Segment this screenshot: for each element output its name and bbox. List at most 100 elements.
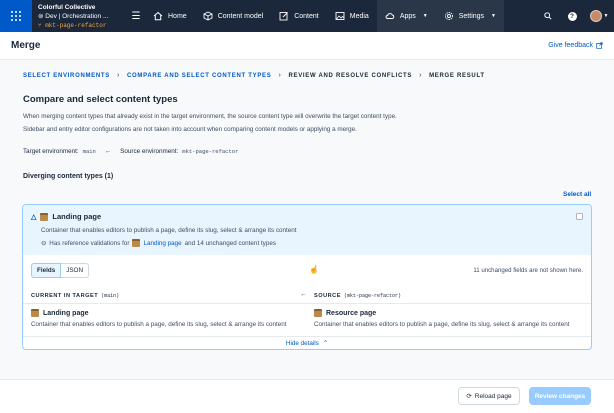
hide-details-button[interactable]: Hide details ⌃ — [23, 336, 591, 349]
cursor-hand-icon: ☝ — [309, 265, 319, 274]
content-type-emoji-icon — [31, 309, 39, 317]
chevron-right-icon: › — [419, 72, 423, 79]
target-column-env: (main) — [101, 293, 120, 299]
environment-name: ⊚ Dev | Orchestration ... — [38, 12, 109, 20]
ref-prefix: Has reference validations for — [49, 239, 130, 247]
merge-steps-breadcrumb: SELECT ENVIRONMENTS › COMPARE AND SELECT… — [23, 72, 485, 79]
page-header: Merge Give feedback — [0, 32, 614, 60]
target-name: Landing page — [43, 309, 89, 317]
search-button[interactable] — [536, 0, 560, 32]
ref-landing-page-link[interactable]: Landing page — [143, 240, 181, 247]
chevron-down-icon: ▼ — [603, 13, 609, 19]
reload-page-button[interactable]: ⟳ Reload page — [458, 387, 520, 405]
section-heading: Compare and select content types — [23, 94, 178, 105]
account-menu[interactable]: ▼ — [584, 0, 614, 32]
edit-icon — [279, 12, 289, 21]
org-name: Colorful Collective — [38, 3, 96, 11]
source-env-value: mkt-page-refactor — [182, 148, 239, 155]
app-launcher-button[interactable] — [0, 0, 32, 32]
tab-fields[interactable]: Fields — [31, 263, 62, 278]
source-content-type: Resource page Container that enables edi… — [314, 309, 570, 328]
source-name: Resource page — [326, 309, 377, 317]
cloud-icon — [385, 13, 395, 19]
nav-settings[interactable]: Settings ▼ — [435, 0, 504, 32]
give-feedback-link[interactable]: Give feedback — [548, 42, 603, 49]
select-content-type-checkbox[interactable] — [576, 213, 583, 220]
step-compare-content-types[interactable]: COMPARE AND SELECT CONTENT TYPES — [127, 73, 271, 79]
environment-summary: Target environment: main ← Source enviro… — [23, 148, 238, 155]
source-description: Container that enables editors to publis… — [314, 321, 570, 328]
nav-apps-label: Apps — [399, 12, 416, 20]
reference-validations: ⊖ Has reference validations for Landing … — [31, 239, 583, 247]
source-column-header: SOURCE (mkt-page-refactor) — [314, 289, 401, 303]
image-icon — [335, 12, 345, 20]
review-changes-button[interactable]: Review changes — [529, 387, 591, 405]
arrow-left-icon: ← — [104, 148, 112, 155]
source-env-label: Source environment: — [120, 148, 179, 155]
refresh-icon: ⟳ — [466, 393, 472, 400]
branch-name: ⑂ mkt-page-refactor — [38, 21, 107, 29]
select-all-link[interactable]: Select all — [563, 191, 591, 198]
menu-icon[interactable]: ☰ — [127, 0, 145, 32]
page-title: Merge — [11, 40, 41, 51]
nav-content-label: Content — [294, 12, 319, 20]
link-icon: ⊖ — [41, 239, 47, 247]
gear-icon — [444, 12, 453, 20]
target-column-label: CURRENT IN TARGET — [31, 293, 99, 299]
avatar — [589, 10, 602, 22]
hide-details-label: Hide details — [285, 340, 319, 347]
source-column-label: SOURCE — [314, 293, 341, 299]
step-review-conflicts: REVIEW AND RESOLVE CONFLICTS — [288, 72, 413, 79]
chevron-down-icon: ▼ — [422, 13, 428, 19]
nav-home-label: Home — [168, 12, 187, 20]
divider — [23, 303, 591, 304]
grid-icon — [10, 10, 22, 22]
nav-content[interactable]: Content — [271, 0, 327, 32]
content-type-name: Landing page — [52, 212, 102, 221]
description-line-1: When merging content types that already … — [23, 113, 397, 120]
diverging-heading: Diverging content types (1) — [23, 173, 114, 180]
nav-content-model[interactable]: Content model — [195, 0, 272, 32]
arrow-left-icon: ← — [300, 291, 307, 298]
step-merge-result: MERGE RESULT — [429, 72, 485, 79]
step-select-environments[interactable]: SELECT ENVIRONMENTS — [23, 73, 110, 79]
tab-json[interactable]: JSON — [61, 263, 89, 278]
chevron-right-icon: › — [278, 72, 282, 79]
give-feedback-label: Give feedback — [548, 42, 593, 49]
reload-page-label: Reload page — [474, 392, 512, 400]
nav-apps[interactable]: Apps ▼ — [376, 0, 436, 32]
external-link-icon — [596, 42, 603, 49]
target-env-label: Target environment: — [23, 148, 79, 155]
content-type-title: △ Landing page — [31, 212, 583, 221]
nav-home[interactable]: Home — [145, 0, 195, 32]
target-content-type: Landing page Container that enables edit… — [31, 309, 287, 328]
warning-icon: △ — [31, 213, 37, 221]
nav-settings-label: Settings — [458, 12, 485, 20]
card-header: △ Landing page Container that enables ed… — [23, 205, 591, 255]
footer-bar — [0, 379, 614, 413]
content-type-emoji-icon — [132, 239, 141, 247]
content-type-emoji-icon — [314, 309, 322, 317]
description-line-2: Sidebar and entry editor configurations … — [23, 126, 357, 133]
target-column-header: CURRENT IN TARGET (main) — [31, 289, 119, 303]
unchanged-fields-note: 11 unchanged fields are not shown here. — [473, 267, 583, 274]
nav-content-model-label: Content model — [217, 12, 264, 20]
target-env-value: main — [82, 148, 96, 155]
space-switcher[interactable]: Colorful Collective ⊚ Dev | Orchestratio… — [32, 3, 127, 30]
chevron-down-icon: ▼ — [491, 13, 496, 19]
content-type-emoji-icon — [40, 212, 49, 221]
nav-media[interactable]: Media — [327, 0, 377, 32]
content-type-card: △ Landing page Container that enables ed… — [22, 204, 592, 350]
top-navigation: Colorful Collective ⊚ Dev | Orchestratio… — [0, 0, 614, 32]
nav-media-label: Media — [349, 12, 369, 20]
cube-icon — [203, 11, 213, 21]
home-icon — [153, 11, 163, 21]
chevron-up-icon: ⌃ — [322, 340, 329, 347]
help-icon: ? — [567, 11, 577, 21]
ref-suffix: and 14 unchanged content types — [184, 239, 276, 247]
help-button[interactable]: ? — [560, 0, 584, 32]
source-column-env: (mkt-page-refactor) — [343, 293, 401, 299]
target-description: Container that enables editors to publis… — [31, 321, 287, 328]
view-tabs: Fields JSON — [31, 263, 89, 278]
chevron-right-icon: › — [116, 72, 121, 79]
